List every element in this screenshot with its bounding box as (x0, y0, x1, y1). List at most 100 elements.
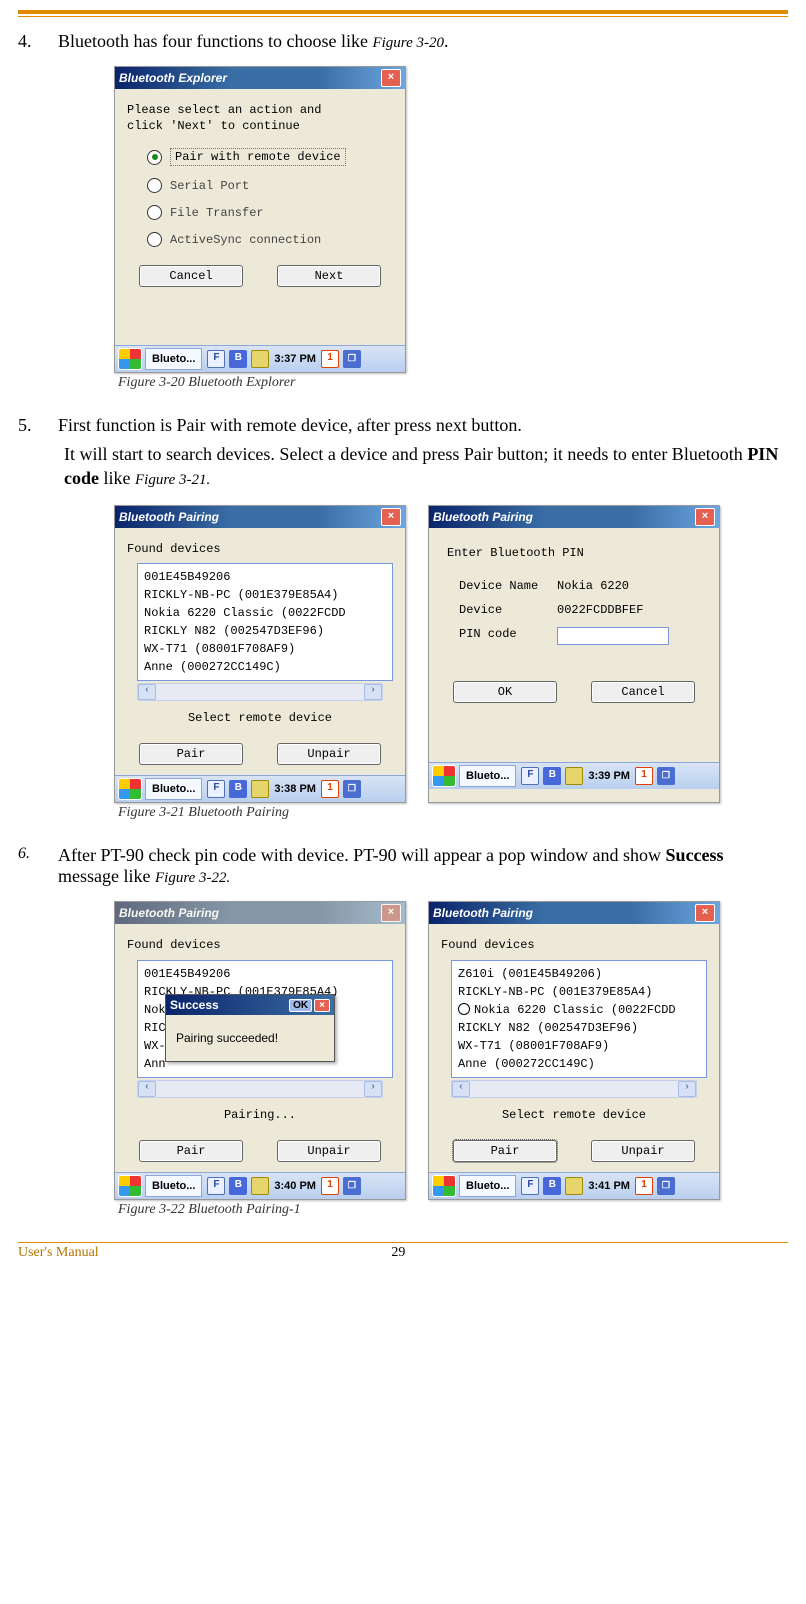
figure-3-21-caption: Figure 3-21 Bluetooth Pairing (118, 805, 788, 821)
start-icon[interactable] (118, 1175, 142, 1197)
bluetooth-icon[interactable]: B (229, 1177, 247, 1195)
unpair-button[interactable]: Unpair (591, 1140, 695, 1162)
radio-pair-remote[interactable]: Pair with remote device (147, 148, 393, 166)
taskbar-app-button[interactable]: Blueto... (145, 778, 202, 800)
titlebar: Bluetooth Pairing × (429, 506, 719, 528)
taskbar-app-button[interactable]: Blueto... (145, 348, 202, 370)
footer-page: 29 (391, 1245, 405, 1261)
horizontal-scrollbar[interactable]: ‹ › (137, 1080, 383, 1098)
dialog-instruction-1: Please select an action and (127, 103, 393, 119)
list-item[interactable]: Anne (000272CC149C) (144, 658, 386, 676)
pair-button[interactable]: Pair (139, 743, 243, 765)
horizontal-scrollbar[interactable]: ‹ › (451, 1080, 697, 1098)
close-icon[interactable]: × (381, 69, 401, 87)
list-item[interactable]: RICKLY-NB-PC (001E379E85A4) (458, 983, 700, 1001)
list-item[interactable]: RICKLY N82 (002547D3EF96) (144, 622, 386, 640)
taskbar-clock: 3:37 PM (274, 353, 316, 365)
windows-cascade-icon[interactable]: ❐ (657, 767, 675, 785)
bluetooth-icon[interactable]: B (229, 780, 247, 798)
next-button[interactable]: Next (277, 265, 381, 287)
keyboard-f-icon[interactable]: F (521, 767, 539, 785)
taskbar-app-button[interactable]: Blueto... (145, 1175, 202, 1197)
list-item[interactable]: WX-T71 (08001F708AF9) (144, 640, 386, 658)
figure-3-21-right-window: Bluetooth Pairing × Enter Bluetooth PIN … (428, 505, 720, 804)
scroll-right-icon[interactable]: › (678, 1081, 696, 1097)
bluetooth-icon[interactable]: B (229, 350, 247, 368)
list-item[interactable]: 001E45B49206 (144, 965, 386, 983)
unpair-button[interactable]: Unpair (277, 743, 381, 765)
close-icon[interactable]: × (381, 508, 401, 526)
radio-file-transfer[interactable]: File Transfer (147, 205, 393, 220)
keyboard-f-icon[interactable]: F (521, 1177, 539, 1195)
list-item[interactable]: Nokia 6220 Classic (0022FCDD (458, 1001, 700, 1019)
ok-button[interactable]: OK (453, 681, 557, 703)
battery-icon[interactable] (565, 1177, 583, 1195)
input-1-icon[interactable]: 1 (635, 767, 653, 785)
input-1-icon[interactable]: 1 (321, 1177, 339, 1195)
battery-icon[interactable] (565, 767, 583, 785)
windows-cascade-icon[interactable]: ❐ (343, 1177, 361, 1195)
scroll-left-icon[interactable]: ‹ (452, 1081, 470, 1097)
taskbar-clock: 3:40 PM (274, 1180, 316, 1192)
start-icon[interactable] (432, 765, 456, 787)
popup-ok-button[interactable]: OK (289, 999, 312, 1012)
cancel-button[interactable]: Cancel (591, 681, 695, 703)
pin-code-input[interactable] (557, 627, 669, 645)
keyboard-f-icon[interactable]: F (207, 350, 225, 368)
radio-icon (147, 205, 162, 220)
pair-button[interactable]: Pair (139, 1140, 243, 1162)
device-addr-value: 0022FCDDBFEF (557, 603, 643, 617)
close-icon[interactable]: × (695, 508, 715, 526)
unpair-button[interactable]: Unpair (277, 1140, 381, 1162)
battery-icon[interactable] (251, 350, 269, 368)
start-icon[interactable] (432, 1175, 456, 1197)
device-listbox[interactable]: Z610i (001E45B49206) RICKLY-NB-PC (001E3… (451, 960, 707, 1078)
pairing-status-label: Pairing... (127, 1108, 393, 1122)
battery-icon[interactable] (251, 1177, 269, 1195)
taskbar-app-button[interactable]: Blueto... (459, 765, 516, 787)
select-remote-device-label: Select remote device (441, 1108, 707, 1122)
list-item[interactable]: Nokia 6220 Classic (0022FCDD (144, 604, 386, 622)
close-icon[interactable]: × (381, 904, 401, 922)
cancel-button[interactable]: Cancel (139, 265, 243, 287)
scroll-right-icon[interactable]: › (364, 1081, 382, 1097)
window-title: Bluetooth Explorer (119, 71, 227, 85)
step-6-text-b: message like (58, 866, 155, 886)
horizontal-scrollbar[interactable]: ‹ › (137, 683, 383, 701)
bluetooth-icon[interactable]: B (543, 1177, 561, 1195)
popup-close-icon[interactable]: × (314, 999, 330, 1012)
device-listbox[interactable]: 001E45B49206 RICKLY-NB-PC (001E379E85A4)… (137, 563, 393, 681)
windows-cascade-icon[interactable]: ❐ (343, 350, 361, 368)
battery-icon[interactable] (251, 780, 269, 798)
start-icon[interactable] (118, 778, 142, 800)
radio-serial-port[interactable]: Serial Port (147, 178, 393, 193)
close-icon[interactable]: × (695, 904, 715, 922)
keyboard-f-icon[interactable]: F (207, 780, 225, 798)
device-addr-label: Device (459, 603, 557, 617)
radio-label: Pair with remote device (170, 148, 346, 166)
windows-cascade-icon[interactable]: ❐ (343, 780, 361, 798)
taskbar-app-button[interactable]: Blueto... (459, 1175, 516, 1197)
list-item[interactable]: 001E45B49206 (144, 568, 386, 586)
input-1-icon[interactable]: 1 (635, 1177, 653, 1195)
list-item[interactable]: Z610i (001E45B49206) (458, 965, 700, 983)
scroll-left-icon[interactable]: ‹ (138, 684, 156, 700)
start-icon[interactable] (118, 348, 142, 370)
input-1-icon[interactable]: 1 (321, 350, 339, 368)
pair-button[interactable]: Pair (453, 1140, 557, 1162)
pin-code-row: PIN code (459, 627, 707, 645)
list-item[interactable]: RICKLY N82 (002547D3EF96) (458, 1019, 700, 1037)
scroll-left-icon[interactable]: ‹ (138, 1081, 156, 1097)
list-item[interactable]: Anne (000272CC149C) (458, 1055, 700, 1073)
window-title: Bluetooth Pairing (119, 906, 219, 920)
step-6-text: After PT-90 check pin code with device. … (58, 845, 788, 887)
radio-label: ActiveSync connection (170, 233, 321, 247)
bluetooth-icon[interactable]: B (543, 767, 561, 785)
list-item[interactable]: RICKLY-NB-PC (001E379E85A4) (144, 586, 386, 604)
list-item[interactable]: WX-T71 (08001F708AF9) (458, 1037, 700, 1055)
radio-activesync[interactable]: ActiveSync connection (147, 232, 393, 247)
keyboard-f-icon[interactable]: F (207, 1177, 225, 1195)
scroll-right-icon[interactable]: › (364, 684, 382, 700)
input-1-icon[interactable]: 1 (321, 780, 339, 798)
windows-cascade-icon[interactable]: ❐ (657, 1177, 675, 1195)
